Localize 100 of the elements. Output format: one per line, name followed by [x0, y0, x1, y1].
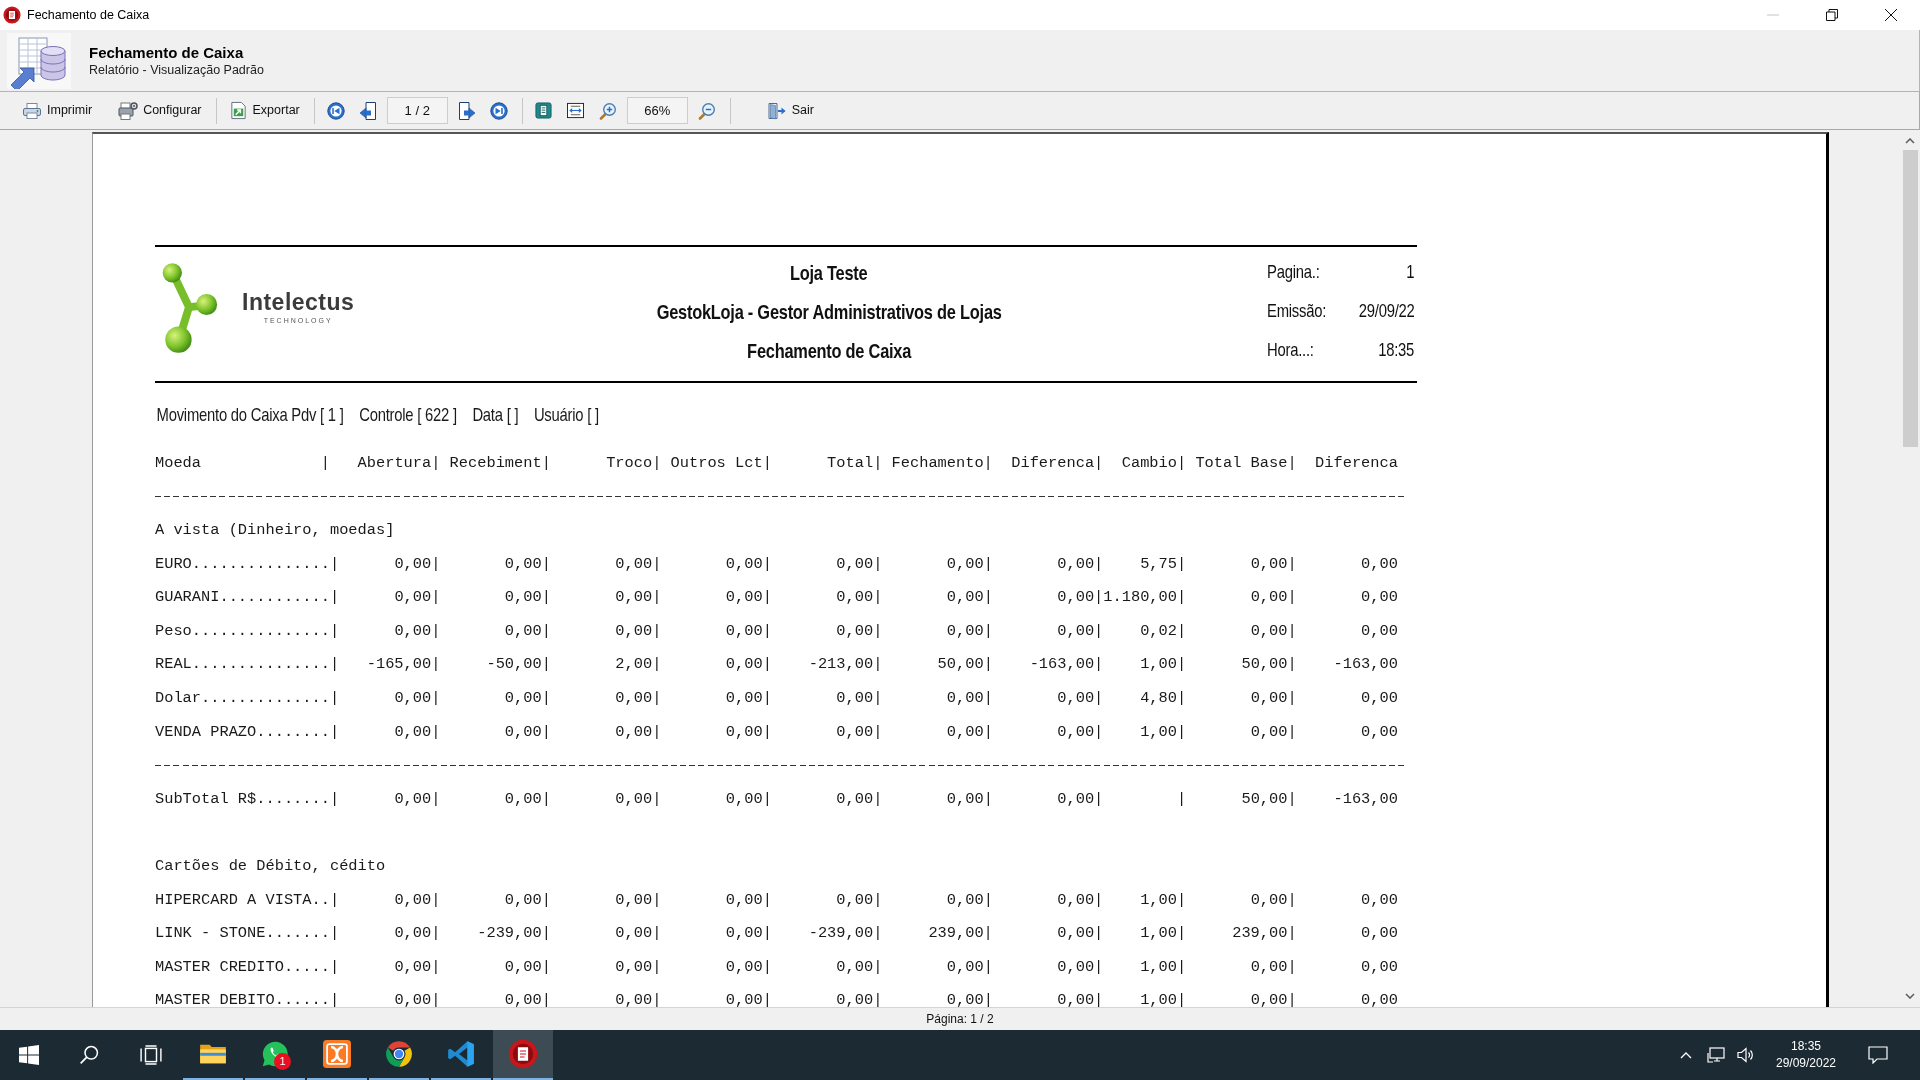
row-label: GUARANI............|: [155, 588, 340, 607]
table-cell: 50,00|: [937, 655, 993, 674]
table-cell: 0,00: [1361, 722, 1398, 741]
row-label: EURO...............|: [155, 554, 340, 573]
zoom-out-icon: [697, 101, 716, 120]
filter-text: Movimento do Caixa Pdv [ 1 ]: [156, 402, 344, 427]
chevron-down-icon[interactable]: [1905, 993, 1915, 999]
window-title: Fechamento de Caixa: [27, 6, 150, 24]
table-cell: 0,00: [1361, 621, 1398, 640]
table-cell: 0,00|: [1250, 621, 1297, 640]
zoom-in-icon: [598, 101, 617, 120]
column-header: Total|: [827, 453, 883, 472]
first-page-icon: [326, 101, 345, 120]
folder-icon: [199, 1042, 227, 1066]
subtotal-cell: 0,00|: [504, 789, 551, 808]
zoom-field[interactable]: 66%: [626, 97, 688, 124]
last-page-icon: [489, 101, 508, 120]
table-cell: 0,00|: [1250, 722, 1297, 741]
whole-page-icon: [535, 102, 553, 119]
table-cell: 0,00|: [725, 655, 772, 674]
print-button[interactable]: Imprimir: [18, 96, 97, 125]
notification-icon[interactable]: [1868, 1046, 1888, 1064]
app-logo-icon: [508, 1039, 538, 1069]
table-cell: 0,00|: [615, 957, 662, 976]
row-label: HIPERCARD A VISTA..|: [155, 890, 340, 909]
page-field[interactable]: 1 / 2: [386, 97, 448, 124]
table-cell: 1,00|: [1140, 722, 1187, 741]
status-text: Página: 1 / 2: [926, 1011, 994, 1028]
table-cell: 0,00|: [394, 554, 441, 573]
table-cell: 0,00|: [946, 991, 993, 1007]
table-cell: 0,00|: [1250, 554, 1297, 573]
table-cell: 0,00|: [836, 957, 883, 976]
network-monitor-icon[interactable]: [1707, 1047, 1725, 1063]
printer-icon: [22, 101, 42, 120]
table-cell: 1.180,00|: [1103, 588, 1187, 607]
exit-button[interactable]: Sair: [738, 96, 820, 125]
app-tile-icon: [323, 1040, 351, 1068]
clock-button[interactable]: 18:35 29/09/2022: [1763, 1030, 1849, 1080]
table-cell: 0,00|: [946, 957, 993, 976]
filter-text: Controle [ 622 ]: [359, 402, 457, 427]
table-cell: 0,00|: [615, 924, 662, 943]
scrollbar-thumb[interactable]: [1902, 150, 1918, 447]
table-cell: 0,00|: [836, 890, 883, 909]
table-cell: 0,00|: [836, 621, 883, 640]
table-cell: 0,00|: [394, 588, 441, 607]
column-header: Total Base|: [1195, 453, 1297, 472]
subtotal-cell: 50,00|: [1241, 789, 1297, 808]
taskbar-button[interactable]: [493, 1030, 553, 1080]
exit-door-icon: [766, 101, 787, 120]
table-cell: 0,00|: [394, 689, 441, 708]
table-cell: 0,00: [1361, 890, 1398, 909]
table-cell: -239,00|: [808, 924, 883, 943]
setup-button[interactable]: Configurar: [114, 96, 206, 125]
table-cell: 0,00|: [1057, 689, 1104, 708]
table-cell: 0,02|: [1140, 621, 1187, 640]
table-cell: 0,00|: [394, 991, 441, 1007]
table-cell: 0,00|: [615, 689, 662, 708]
table-cell: 0,00: [1361, 554, 1398, 573]
table-cell: 0,00|: [836, 722, 883, 741]
table-cell: 0,00|: [1057, 722, 1104, 741]
info-label: Hora...:: [1267, 338, 1314, 363]
table-cell: 0,00|: [1057, 890, 1104, 909]
column-header: Diferenca|: [1011, 453, 1104, 472]
table-cell: 0,00|: [394, 890, 441, 909]
table-cell: 0,00|: [615, 991, 662, 1007]
table-cell: 239,00|: [928, 924, 993, 943]
table-cell: 0,00|: [504, 621, 551, 640]
section-title: A vista (Dinheiro, moedas]: [155, 520, 395, 542]
taskbar-button[interactable]: 1: [245, 1030, 305, 1080]
column-header: Diferenca: [1315, 453, 1398, 472]
speaker-icon[interactable]: [1737, 1047, 1755, 1063]
app-logo-icon: [3, 6, 21, 24]
export-button[interactable]: Exportar: [224, 96, 304, 125]
table-cell: 0,00|: [394, 722, 441, 741]
subtotal-cell: 0,00|: [946, 789, 993, 808]
subtotal-label: SubTotal R$........|: [155, 789, 340, 808]
table-cell: 0,00|: [504, 957, 551, 976]
info-value: 29/09/22: [1358, 299, 1415, 324]
section-title: Cartões de Débito, cédito: [155, 856, 386, 877]
ribbon-logo-icon: [447, 1040, 475, 1068]
table-cell: 0,00|: [504, 991, 551, 1007]
table-cell: 0,00|: [725, 991, 772, 1007]
table-cell: 0,00|: [725, 588, 772, 607]
table-cell: -163,00|: [1029, 655, 1104, 674]
table-cell: -239,00|: [477, 924, 551, 943]
table-cell: 0,00|: [504, 689, 551, 708]
filter-text: Usuário [ ]: [533, 402, 599, 427]
table-cell: 0,00|: [1057, 991, 1104, 1007]
table-cell: 0,00|: [394, 957, 441, 976]
row-label: MASTER CREDITO.....|: [155, 957, 340, 976]
column-header: Cambio|: [1121, 453, 1187, 472]
subtotal-cell: 0,00|: [836, 789, 883, 808]
table-cell: 0,00|: [725, 554, 772, 573]
table-cell: 0,00|: [725, 621, 772, 640]
row-label: MASTER DEBITO......|: [155, 991, 340, 1007]
table-cell: 0,00|: [1057, 621, 1104, 640]
row-label: REAL...............|: [155, 655, 340, 674]
table-cell: 0,00|: [725, 957, 772, 976]
table-cell: 0,00|: [725, 689, 772, 708]
report-heading: Fechamento de Caixa: [747, 337, 911, 364]
